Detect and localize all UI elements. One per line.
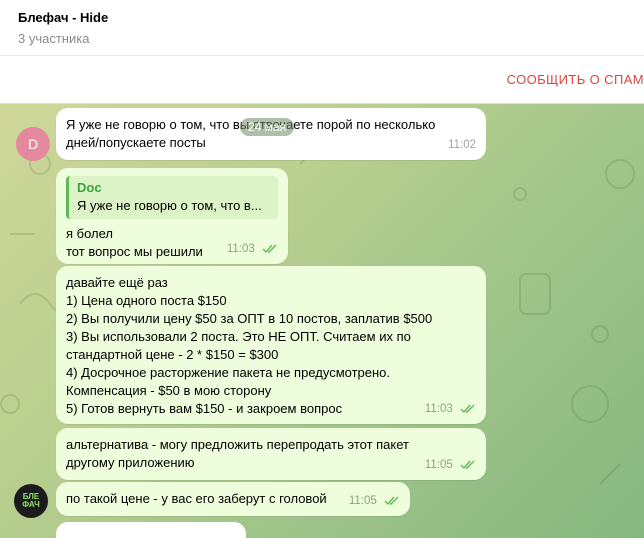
message-time: 11:02 <box>448 139 476 151</box>
report-spam-button[interactable]: СООБЩИТЬ О СПАМ <box>507 72 644 87</box>
read-checkmarks-icon <box>262 244 277 254</box>
message-time-value: 11:03 <box>424 403 453 415</box>
message-time: 11:05 <box>349 492 400 510</box>
reply-snippet: Я уже не говорю о том, что в... <box>77 198 262 213</box>
read-checkmarks-icon <box>384 496 399 506</box>
message-time-value: 11:05 <box>348 495 377 507</box>
sender-avatar[interactable]: БЛЕ ФАЧ <box>14 484 48 518</box>
read-checkmarks-icon <box>460 404 475 414</box>
message-time: 11:03 <box>425 400 476 418</box>
message-time: 11:03 <box>227 240 278 258</box>
message-list[interactable]: D Я уже не говорю о том, что вы отвечает… <box>0 104 644 538</box>
report-spam-bar: СООБЩИТЬ О СПАМ <box>0 56 644 104</box>
avatar-letter: D <box>27 136 39 152</box>
avatar-logo-text: БЛЕ ФАЧ <box>22 492 40 509</box>
participants-count: 3 участника <box>18 31 90 46</box>
date-separator: 24 мая <box>240 118 295 136</box>
message-bubble[interactable]: по такой цене - у вас его заберут с голо… <box>56 482 410 516</box>
message-bubble[interactable]: Doc Я уже не говорю о том, что в... я бо… <box>56 168 288 264</box>
chat-title[interactable]: Блефач - Hide <box>18 10 108 25</box>
message-bubble-partial[interactable] <box>56 522 246 538</box>
message-bubble[interactable]: давайте ещё раз 1) Цена одного поста $15… <box>56 266 486 424</box>
reply-author: Doc <box>77 180 102 195</box>
message-bubble[interactable]: альтернатива - могу предложить перепрода… <box>56 428 486 480</box>
read-checkmarks-icon <box>460 460 475 470</box>
message-time: 11:05 <box>425 456 476 474</box>
message-text: альтернатива - могу предложить перепрода… <box>66 437 409 470</box>
sender-avatar[interactable]: D <box>16 127 50 161</box>
message-text: давайте ещё раз 1) Цена одного поста $15… <box>66 275 433 416</box>
reply-quote[interactable]: Doc Я уже не говорю о том, что в... <box>66 176 278 219</box>
message-time-value: 11:05 <box>424 459 453 471</box>
message-time-value: 11:03 <box>226 243 255 255</box>
chat-header[interactable]: Блефач - Hide 3 участника <box>0 0 644 56</box>
